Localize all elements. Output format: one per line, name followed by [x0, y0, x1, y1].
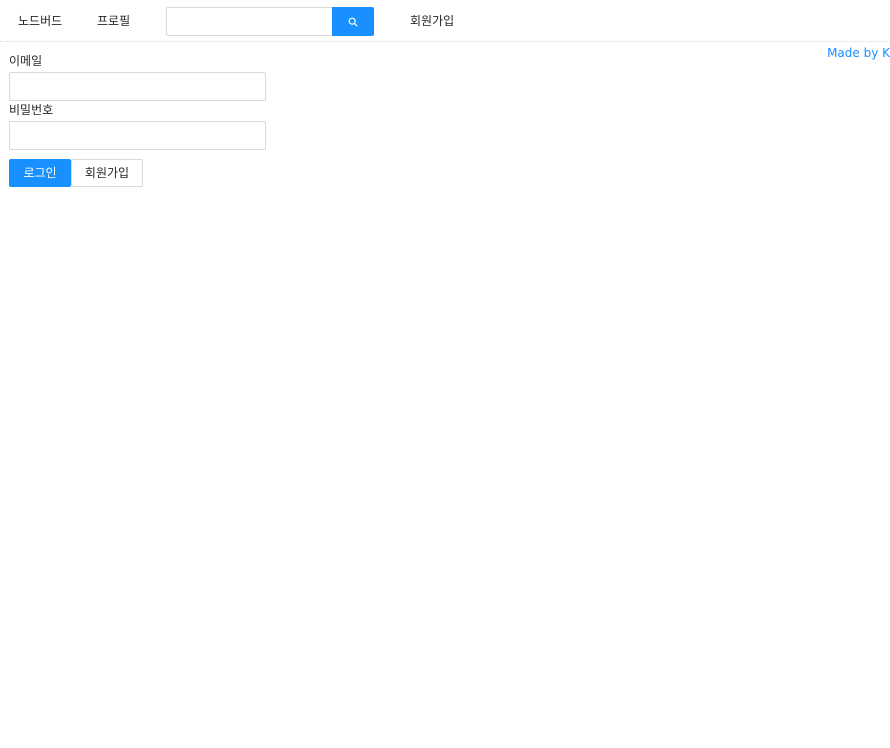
signup-button[interactable]: 회원가입 [71, 159, 143, 187]
nav-signup-link[interactable]: 회원가입 [410, 12, 454, 30]
search-icon [348, 17, 358, 27]
search-input[interactable] [166, 7, 333, 36]
nav-home-link[interactable]: 노드버드 [18, 12, 62, 30]
search-button[interactable] [332, 7, 374, 36]
search-box [166, 7, 374, 36]
top-navigation: 노드버드 프로필 회원가입 [0, 0, 890, 42]
nav-profile-link[interactable]: 프로필 [97, 12, 130, 30]
password-field[interactable] [9, 121, 266, 150]
login-button[interactable]: 로그인 [9, 159, 71, 187]
email-field[interactable] [9, 72, 266, 101]
made-by-link[interactable]: Made by K [827, 45, 890, 61]
password-label: 비밀번호 [9, 103, 54, 117]
email-label: 이메일 [9, 54, 43, 68]
